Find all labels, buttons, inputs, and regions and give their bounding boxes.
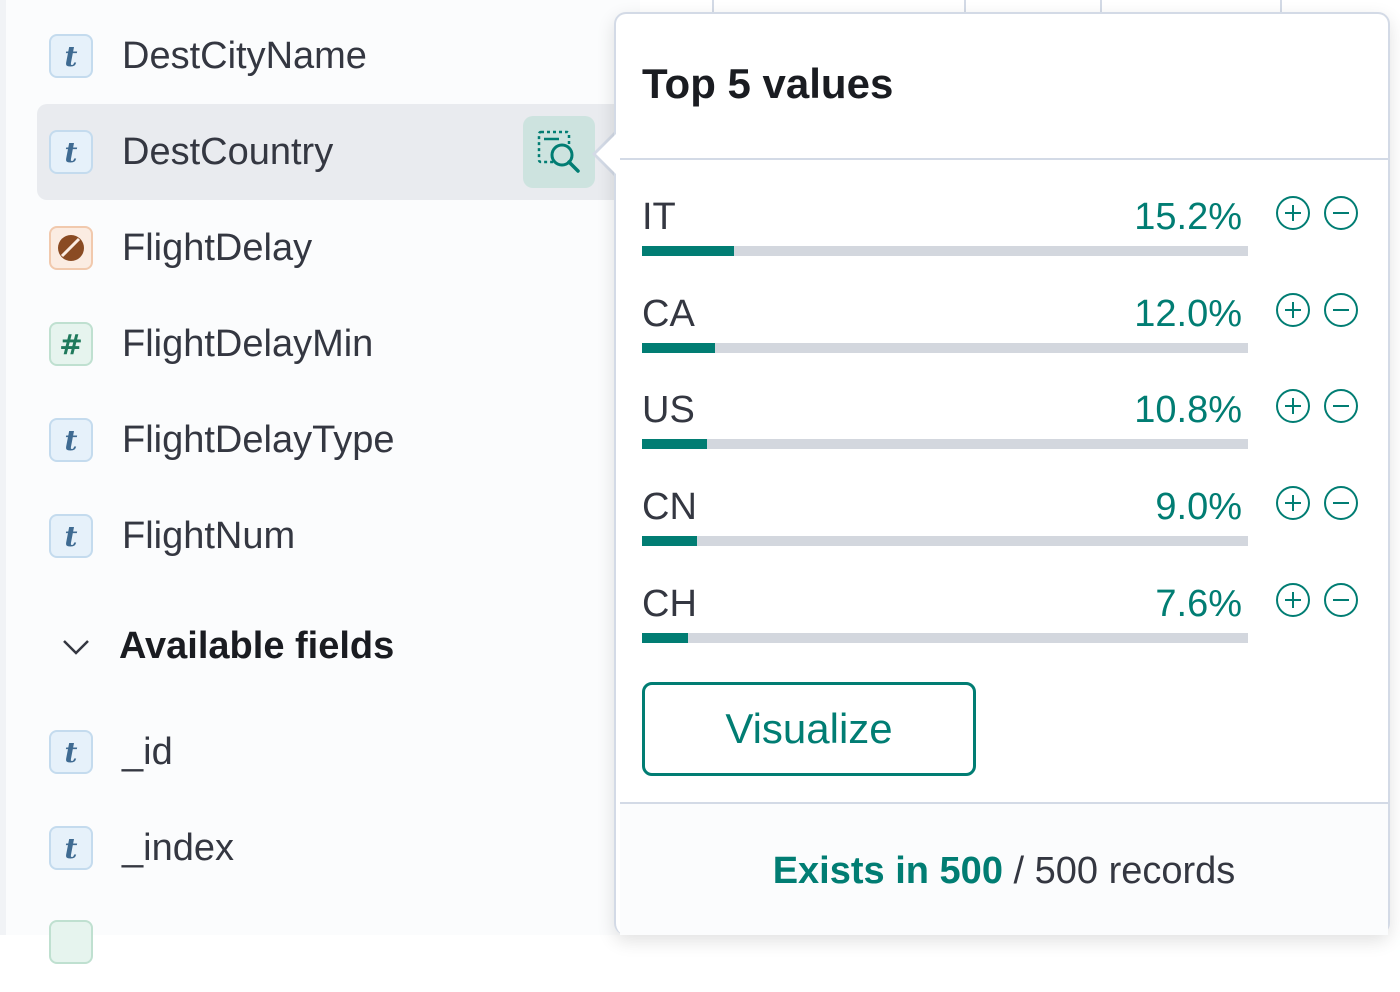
visualize-button[interactable]: Visualize <box>642 682 976 776</box>
exists-count: Exists in 500 <box>772 850 1003 892</box>
popover-title: Top 5 values <box>642 60 894 107</box>
value-bar <box>642 633 1248 643</box>
value-percent: 15.2% <box>1134 196 1242 238</box>
value-percent: 9.0% <box>1155 486 1242 528</box>
field-details-icon <box>537 130 580 173</box>
value-label: CA <box>642 293 695 335</box>
filter-out-value-button[interactable] <box>1324 196 1358 230</box>
field-item-id[interactable]: t _id <box>37 704 657 800</box>
string-type-icon: t <box>49 514 93 558</box>
filter-for-value-button[interactable] <box>1276 486 1310 520</box>
value-label: US <box>642 389 695 431</box>
value-label: IT <box>642 196 676 238</box>
field-details-popover: Top 5 values IT 15.2% CA 12.0% US 10.8% … <box>614 12 1390 935</box>
field-item-flightdelaymin[interactable]: # FlightDelayMin <box>37 296 657 392</box>
boolean-type-icon <box>49 226 93 270</box>
field-name: _id <box>122 730 173 773</box>
filter-out-value-button[interactable] <box>1324 293 1358 327</box>
field-item-flightdelay[interactable]: FlightDelay <box>37 200 657 296</box>
field-name: FlightDelayType <box>122 418 395 461</box>
filter-for-value-button[interactable] <box>1276 583 1310 617</box>
string-type-icon: t <box>49 418 93 462</box>
field-name: _index <box>122 826 234 869</box>
filter-out-value-button[interactable] <box>1324 486 1358 520</box>
filter-for-value-button[interactable] <box>1276 293 1310 327</box>
field-details-button[interactable] <box>523 116 595 188</box>
top-value-row: CN 9.0% <box>642 486 1362 556</box>
exists-in-records-text: Exists in 500 / 500 records <box>620 850 1388 893</box>
field-item-destcountry[interactable]: t DestCountry <box>37 104 657 200</box>
value-label: CH <box>642 583 697 625</box>
value-label: CN <box>642 486 697 528</box>
field-item-flightnum[interactable]: t FlightNum <box>37 488 657 584</box>
number-type-icon <box>49 920 93 964</box>
field-item-destcityname[interactable]: t DestCityName <box>37 8 657 104</box>
value-bar-fill <box>642 536 697 546</box>
popover-divider <box>620 158 1388 160</box>
filter-for-value-button[interactable] <box>1276 196 1310 230</box>
field-name: DestCountry <box>122 130 334 173</box>
string-type-icon: t <box>49 730 93 774</box>
field-item-flightdelaytype[interactable]: t FlightDelayType <box>37 392 657 488</box>
field-item-index[interactable]: t _index <box>37 800 657 896</box>
filter-for-value-button[interactable] <box>1276 389 1310 423</box>
value-bar-fill <box>642 633 689 643</box>
available-fields-header: Available fields <box>119 624 395 667</box>
string-type-icon: t <box>49 34 93 78</box>
top-value-row: US 10.8% <box>642 389 1362 459</box>
field-item-partial[interactable] <box>37 896 657 992</box>
filter-out-value-button[interactable] <box>1324 389 1358 423</box>
total-records: / 500 records <box>1002 850 1236 892</box>
value-bar-fill <box>642 246 735 256</box>
value-bar <box>642 439 1248 449</box>
value-percent: 10.8% <box>1134 389 1242 431</box>
chevron-down-icon <box>63 640 89 655</box>
top-value-row: IT 15.2% <box>642 196 1362 266</box>
filter-out-value-button[interactable] <box>1324 583 1358 617</box>
value-bar-fill <box>642 439 708 449</box>
string-type-icon: t <box>49 130 93 174</box>
popover-arrow-inner <box>596 132 618 176</box>
value-percent: 7.6% <box>1155 583 1242 625</box>
available-fields-toggle[interactable]: Available fields <box>61 616 394 676</box>
field-name: FlightDelay <box>122 226 313 269</box>
top-value-row: CH 7.6% <box>642 583 1362 653</box>
value-bar <box>642 343 1248 353</box>
number-type-icon: # <box>49 322 93 366</box>
field-name: FlightNum <box>122 514 296 557</box>
value-bar <box>642 536 1248 546</box>
value-bar-fill <box>642 343 715 353</box>
field-list-sidebar: t DestCityName t DestCountry FlightDelay… <box>0 0 657 964</box>
value-bar <box>642 246 1248 256</box>
top-value-row: CA 12.0% <box>642 293 1362 363</box>
field-name: FlightDelayMin <box>122 322 374 365</box>
field-name: DestCityName <box>122 34 367 77</box>
string-type-icon: t <box>49 826 93 870</box>
popover-footer: Exists in 500 / 500 records <box>620 804 1388 935</box>
value-percent: 12.0% <box>1134 293 1242 335</box>
